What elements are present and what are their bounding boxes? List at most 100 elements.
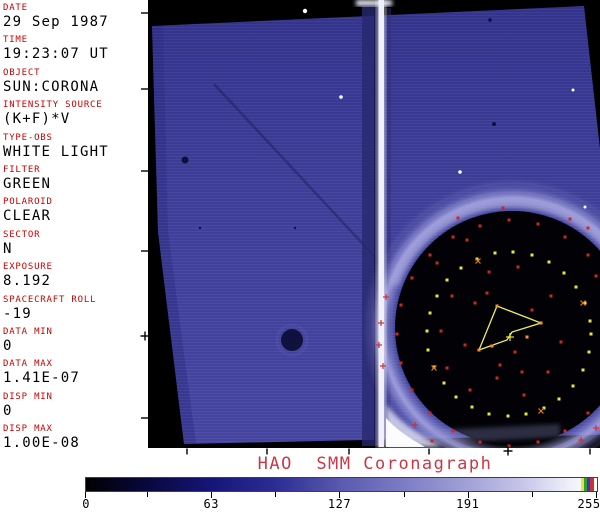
field-label: SECTOR (3, 229, 41, 240)
metadata-field: DISP MAX 1.00E-08 (3, 423, 148, 455)
metadata-field: SECTOR N (3, 229, 148, 261)
field-label: TYPE-OBS (3, 132, 53, 143)
metadata-field: DISP MIN 0 (3, 391, 148, 423)
dark-spot (198, 226, 202, 230)
red-dot (507, 218, 511, 222)
field-label: TIME (3, 35, 28, 46)
polygon-vertex (490, 344, 494, 348)
yellow-dot (435, 294, 439, 298)
yellow-dot (459, 266, 463, 270)
red-dot (410, 388, 414, 392)
field-value: (K+F)*V (3, 111, 71, 128)
red-dot (473, 301, 477, 305)
red-dot (563, 429, 567, 433)
field-value: 1.00E-08 (3, 435, 81, 452)
red-dot (456, 216, 460, 220)
red-dot (516, 265, 520, 269)
red-dot (487, 270, 491, 274)
metadata-field: DATA MAX 1.41E-07 (3, 358, 148, 390)
field-label: OBJECT (3, 67, 41, 78)
red-dot (522, 393, 526, 397)
red-dot (428, 253, 432, 257)
red-dot (568, 217, 572, 221)
yellow-dot (589, 332, 593, 336)
red-dot (468, 388, 472, 392)
metadata-field: DATE 29 Sep 1987 (3, 2, 148, 34)
red-dot (478, 224, 482, 228)
red-dot (594, 274, 598, 278)
metadata-field: DATA MIN 0 (3, 326, 148, 358)
yellow-dot (547, 260, 551, 264)
red-dot (513, 350, 517, 354)
dark-spot (293, 226, 297, 230)
red-dot (435, 261, 439, 265)
metadata-field: TIME 19:23:07 UT (3, 34, 148, 66)
yellow-dot (487, 412, 491, 416)
lut-stripe (590, 478, 594, 491)
red-dot (395, 332, 399, 336)
dark-spot (181, 156, 189, 164)
colorbar-tick-label: 63 (203, 497, 219, 511)
red-dot (428, 411, 432, 415)
yellow-dot (557, 397, 561, 401)
yellow-dot (426, 348, 430, 352)
red-dot (485, 291, 489, 295)
colorbar-minor-tick (531, 492, 533, 497)
polygon-vertex (477, 348, 481, 352)
colorbar (85, 477, 598, 492)
metadata-field: TYPE-OBS WHITE LIGHT (3, 132, 148, 164)
red-dot (463, 343, 467, 347)
colorbar-tick-label: 191 (456, 497, 480, 511)
field-label: DATA MIN (3, 326, 53, 337)
red-dot (501, 206, 505, 210)
white-dot (302, 8, 308, 14)
field-label: DISP MAX (3, 424, 53, 435)
yellow-dot (425, 329, 429, 333)
field-value: 19:23:07 UT (3, 46, 109, 63)
yellow-dot (493, 251, 497, 255)
field-value: WHITE LIGHT (3, 143, 109, 160)
red-dot (410, 276, 414, 280)
yellow-dot (588, 319, 592, 323)
red-dot (399, 361, 403, 365)
red-dot (450, 294, 454, 298)
field-label: EXPOSURE (3, 262, 53, 273)
white-dot (571, 88, 575, 92)
polygon-vertex (539, 321, 543, 325)
yellow-dot (511, 250, 515, 254)
red-dot (546, 370, 550, 374)
field-label: DATE (3, 3, 28, 13)
metadata-field: POLAROID CLEAR (3, 196, 148, 228)
polygon-vertex (495, 304, 499, 308)
dark-spot (488, 18, 492, 22)
red-dot (549, 294, 553, 298)
colorbar-tick-label: 255 (577, 497, 600, 511)
red-dot (536, 440, 540, 444)
field-label: INTENSITY SOURCE (3, 100, 103, 111)
red-dot (586, 226, 590, 230)
red-dot (586, 253, 590, 257)
red-dot (520, 370, 524, 374)
yellow-dot (428, 311, 432, 315)
metadata-field: INTENSITY SOURCE (K+F)*V (3, 99, 148, 131)
field-value: GREEN (3, 175, 52, 192)
field-label: DISP MIN (3, 391, 53, 402)
metadata-field: SPACECRAFT ROLL -19 (3, 294, 148, 326)
red-dot (563, 235, 567, 239)
field-label: POLAROID (3, 197, 53, 208)
metadata-field: EXPOSURE 8.192 (3, 261, 148, 293)
red-dot (530, 308, 534, 312)
yellow-dot (530, 253, 534, 257)
red-dot (495, 376, 499, 380)
yellow-dot (571, 384, 575, 388)
colorbar-minor-tick (403, 492, 405, 497)
field-value: -19 (3, 305, 32, 322)
dark-spot (281, 329, 303, 351)
red-dot (430, 439, 434, 443)
field-value: 8.192 (3, 273, 52, 290)
colorbar-minor-tick (147, 492, 149, 497)
metadata-field: OBJECT SUN:CORONA (3, 67, 148, 99)
field-value: 1.41E-07 (3, 370, 81, 387)
yellow-dot (581, 368, 585, 372)
yellow-dot (454, 395, 458, 399)
